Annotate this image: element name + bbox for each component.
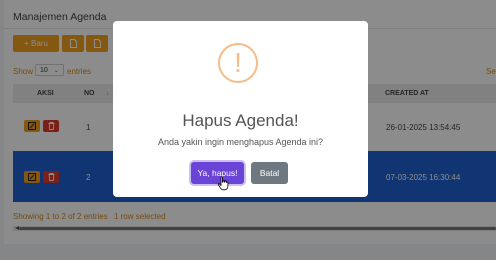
dialog-message: Anda yakin ingin menghapus Agenda ini? [157,137,324,147]
hand-cursor-icon [217,176,229,191]
dialog-title: Hapus Agenda! [182,111,299,130]
confirm-dialog: ! Hapus Agenda! Anda yakin ingin menghap… [113,21,368,197]
cancel-button[interactable]: Batal [251,162,288,184]
warning-icon: ! [218,43,258,83]
